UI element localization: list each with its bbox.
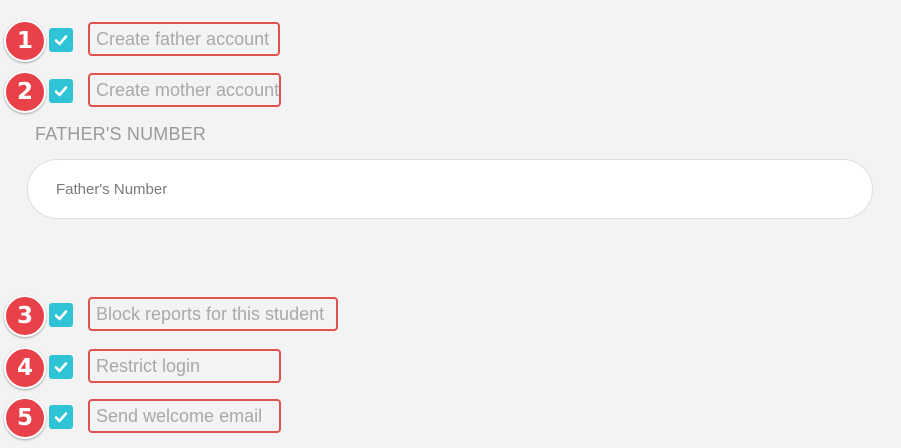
block-reports-checkbox[interactable]	[49, 303, 73, 327]
option-block-reports: 3 Block reports for this student	[0, 295, 400, 337]
fathers-number-input[interactable]	[27, 159, 873, 219]
option-send-welcome-email: 5 Send welcome email	[0, 397, 400, 439]
step-badge-4: 4	[4, 347, 46, 389]
create-father-account-checkbox[interactable]	[49, 28, 73, 52]
step-badge-5: 5	[4, 397, 46, 439]
restrict-login-checkbox[interactable]	[49, 355, 73, 379]
checkmark-icon	[54, 86, 68, 97]
step-badge-2: 2	[4, 71, 46, 113]
option-create-mother-account: 2 Create mother account	[0, 71, 400, 113]
create-mother-account-checkbox[interactable]	[49, 79, 73, 103]
send-welcome-email-checkbox[interactable]	[49, 405, 73, 429]
checkmark-icon	[54, 362, 68, 373]
option-create-father-account: 1 Create father account	[0, 20, 400, 62]
step-badge-1: 1	[4, 20, 46, 62]
restrict-login-label[interactable]: Restrict login	[88, 349, 281, 383]
step-badge-3: 3	[4, 295, 46, 337]
create-mother-account-label[interactable]: Create mother account	[88, 73, 281, 107]
option-restrict-login: 4 Restrict login	[0, 347, 400, 389]
checkmark-icon	[54, 310, 68, 321]
block-reports-label[interactable]: Block reports for this student	[88, 297, 338, 331]
checkmark-icon	[54, 35, 68, 46]
fathers-number-heading: FATHER'S NUMBER	[35, 124, 207, 144]
send-welcome-email-label[interactable]: Send welcome email	[88, 399, 281, 433]
checkmark-icon	[54, 412, 68, 423]
create-father-account-label[interactable]: Create father account	[88, 22, 280, 56]
